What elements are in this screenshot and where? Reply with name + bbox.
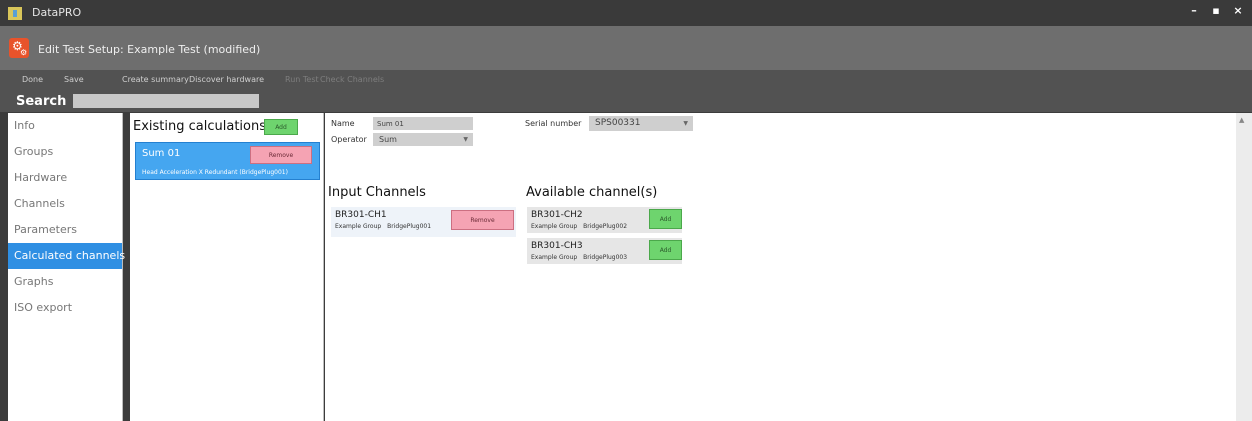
chevron-down-icon: ▼	[463, 136, 468, 143]
sidebar-item-hardware[interactable]: Hardware	[8, 165, 122, 191]
available-channel-card[interactable]: BR301-CH3 Example Group BridgePlug003 Ad…	[527, 238, 682, 264]
add-available-channel-button[interactable]: Add	[649, 209, 682, 229]
operator-select[interactable]: Sum ▼	[373, 133, 473, 146]
datapro-logo-icon	[8, 7, 22, 20]
sidebar-item-iso-export[interactable]: ISO export	[8, 295, 122, 321]
operator-label: Operator	[331, 135, 367, 144]
search-input[interactable]	[73, 94, 259, 108]
close-icon[interactable]: ×	[1232, 4, 1244, 17]
input-channel-card[interactable]: BR301-CH1 Example Group BridgePlug001 Re…	[331, 207, 516, 237]
add-calculation-button[interactable]: Add	[264, 119, 298, 135]
existing-calculations-heading: Existing calculations	[133, 119, 266, 134]
chevron-down-icon: ▼	[683, 120, 688, 127]
available-channel-group: Example Group	[531, 223, 578, 230]
serial-number-value: SPS00331	[595, 118, 641, 128]
calculation-name: Sum 01	[142, 148, 181, 159]
add-available-channel-button[interactable]: Add	[649, 240, 682, 260]
operator-value: Sum	[379, 135, 397, 144]
maximize-icon[interactable]: ▪	[1210, 4, 1222, 17]
window-title: DataPRO	[32, 6, 82, 19]
remove-input-channel-button[interactable]: Remove	[451, 210, 514, 230]
remove-calculation-button[interactable]: Remove	[250, 146, 312, 164]
window-controls: – ▪ ×	[1188, 4, 1244, 17]
available-channel-card[interactable]: BR301-CH2 Example Group BridgePlug002 Ad…	[527, 207, 682, 233]
test-setup-gears-icon: ⚙ ⚙	[9, 38, 29, 58]
sidebar-item-graphs[interactable]: Graphs	[8, 269, 122, 295]
search-label: Search	[16, 94, 67, 109]
available-channel-meta: Example Group BridgePlug003	[531, 254, 627, 261]
sidebar-nav: Info Groups Hardware Channels Parameters…	[8, 113, 125, 421]
sidebar-item-info[interactable]: Info	[8, 113, 122, 139]
calculation-editor: Name Operator Sum ▼ Serial number SPS003…	[325, 113, 1236, 421]
name-label: Name	[331, 119, 355, 128]
vertical-scrollbar[interactable]: ▲	[1236, 113, 1252, 421]
serial-number-label: Serial number	[525, 119, 582, 128]
calculation-item[interactable]: Sum 01 Remove Head Acceleration X Redund…	[135, 142, 320, 180]
input-channel-device: BridgePlug001	[387, 223, 432, 230]
save-button[interactable]: Save	[64, 75, 84, 84]
done-button[interactable]: Done	[22, 75, 43, 84]
page-title: Edit Test Setup: Example Test (modified)	[38, 43, 261, 56]
input-channel-meta: Example Group BridgePlug001	[335, 223, 431, 230]
check-channels-button[interactable]: Check Channels	[320, 75, 384, 84]
toolbar: Done Save Create summary Discover hardwa…	[0, 70, 1252, 90]
sidebar-item-groups[interactable]: Groups	[8, 139, 122, 165]
available-channel-group: Example Group	[531, 254, 578, 261]
available-channel-meta: Example Group BridgePlug002	[531, 223, 627, 230]
minimize-icon[interactable]: –	[1188, 4, 1200, 17]
calculation-description: Head Acceleration X Redundant (BridgePlu…	[142, 169, 288, 176]
available-channel-name: BR301-CH2	[531, 210, 583, 220]
existing-calculations-panel: Existing calculations Add Sum 01 Remove …	[130, 113, 324, 421]
scroll-up-icon[interactable]: ▲	[1239, 116, 1244, 124]
sidebar-item-calculated-channels[interactable]: Calculated channels	[8, 243, 125, 269]
input-channels-heading: Input Channels	[328, 185, 426, 200]
input-channel-group: Example Group	[335, 223, 382, 230]
run-test-button[interactable]: Run Test	[285, 75, 319, 84]
input-channel-name: BR301-CH1	[335, 210, 387, 220]
available-channel-device: BridgePlug002	[583, 223, 628, 230]
serial-number-select[interactable]: SPS00331 ▼	[589, 116, 693, 131]
search-bar: Search	[0, 90, 1252, 112]
name-input[interactable]	[373, 117, 473, 130]
available-channel-device: BridgePlug003	[583, 254, 628, 261]
page-header: ⚙ ⚙ Edit Test Setup: Example Test (modif…	[0, 26, 1252, 70]
sidebar-item-channels[interactable]: Channels	[8, 191, 122, 217]
window-titlebar: DataPRO – ▪ ×	[0, 0, 1252, 26]
available-channel-name: BR301-CH3	[531, 241, 583, 251]
discover-hardware-button[interactable]: Discover hardware	[189, 75, 264, 84]
sidebar-item-parameters[interactable]: Parameters	[8, 217, 122, 243]
available-channels-heading: Available channel(s)	[526, 185, 658, 200]
create-summary-button[interactable]: Create summary	[122, 75, 189, 84]
